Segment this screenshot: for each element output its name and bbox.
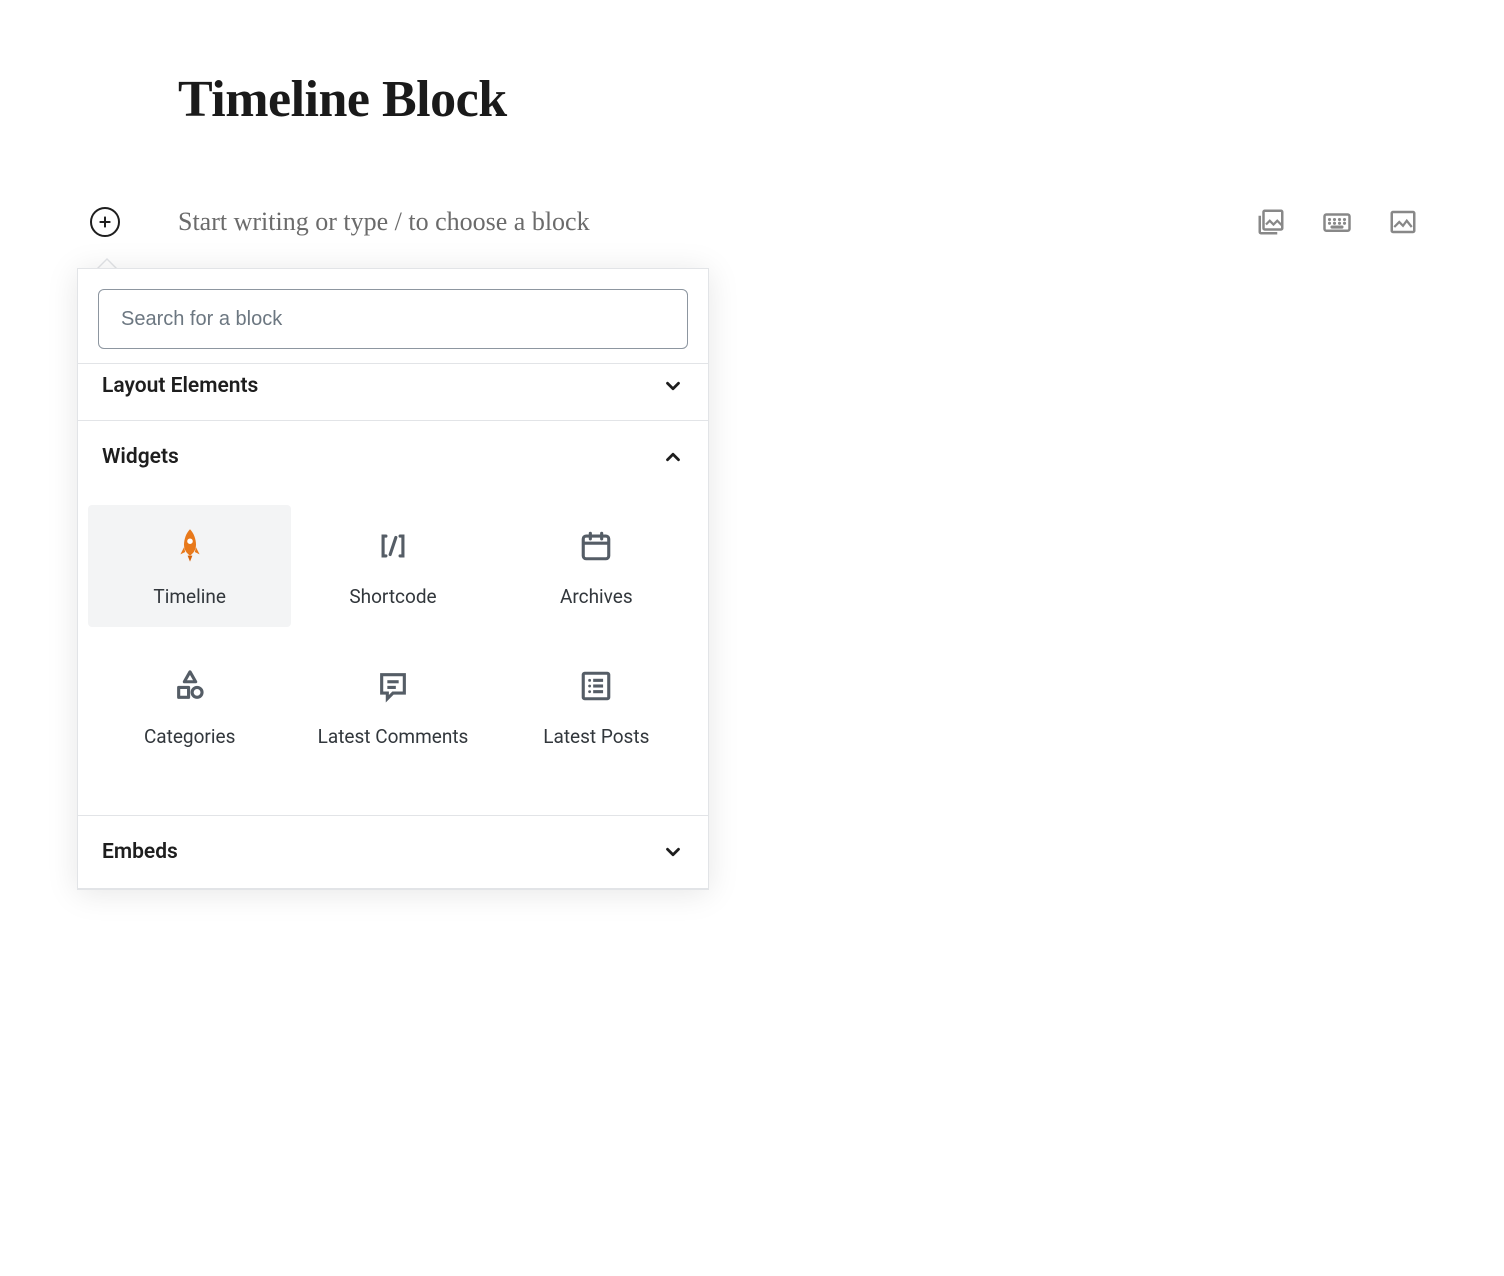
image-block-icon[interactable]	[1388, 207, 1418, 237]
category-widgets: Widgets Timeline Shortcode	[78, 420, 708, 815]
plus-icon	[97, 214, 113, 230]
chevron-down-icon	[662, 375, 684, 397]
category-header-widgets[interactable]: Widgets	[78, 421, 708, 493]
shortcode-icon	[376, 522, 410, 570]
page-title: Timeline Block	[178, 70, 507, 129]
block-item-timeline[interactable]: Timeline	[88, 505, 291, 627]
category-header-layout[interactable]: Layout Elements	[78, 364, 708, 420]
block-suggestions	[1256, 207, 1418, 237]
search-input[interactable]	[98, 289, 688, 349]
block-item-latest-posts[interactable]: Latest Posts	[495, 645, 698, 767]
gallery-block-icon[interactable]	[1256, 207, 1286, 237]
block-item-categories[interactable]: Categories	[88, 645, 291, 767]
paragraph-placeholder[interactable]: Start writing or type / to choose a bloc…	[178, 207, 590, 237]
list-icon	[579, 662, 613, 710]
keyboard-icon[interactable]	[1322, 207, 1352, 237]
divider	[78, 888, 708, 889]
block-label: Latest Posts	[543, 724, 649, 750]
shapes-icon	[173, 662, 207, 710]
category-layout-elements: Layout Elements	[78, 363, 708, 420]
block-item-shortcode[interactable]: Shortcode	[291, 505, 494, 627]
calendar-icon	[579, 522, 613, 570]
block-label: Archives	[560, 584, 633, 610]
block-item-archives[interactable]: Archives	[495, 505, 698, 627]
search-wrap	[78, 269, 708, 363]
add-block-button[interactable]	[90, 207, 120, 237]
rocket-icon	[175, 522, 205, 570]
popover-caret	[97, 258, 117, 268]
category-header-embeds[interactable]: Embeds	[78, 816, 708, 888]
block-label: Latest Comments	[318, 724, 469, 750]
block-label: Categories	[144, 724, 235, 750]
chevron-up-icon	[662, 446, 684, 468]
category-label: Widgets	[102, 445, 179, 469]
comment-icon	[376, 662, 410, 710]
widgets-grid: Timeline Shortcode Archives	[78, 493, 708, 815]
chevron-down-icon	[662, 841, 684, 863]
editor-row: Start writing or type / to choose a bloc…	[90, 207, 1414, 237]
category-embeds: Embeds	[78, 815, 708, 888]
category-label: Layout Elements	[102, 374, 258, 398]
block-inserter-popover: Layout Elements Widgets Timeline	[77, 268, 709, 890]
block-item-latest-comments[interactable]: Latest Comments	[291, 645, 494, 767]
block-label: Shortcode	[349, 584, 436, 610]
category-label: Embeds	[102, 840, 178, 864]
block-label: Timeline	[153, 584, 226, 610]
